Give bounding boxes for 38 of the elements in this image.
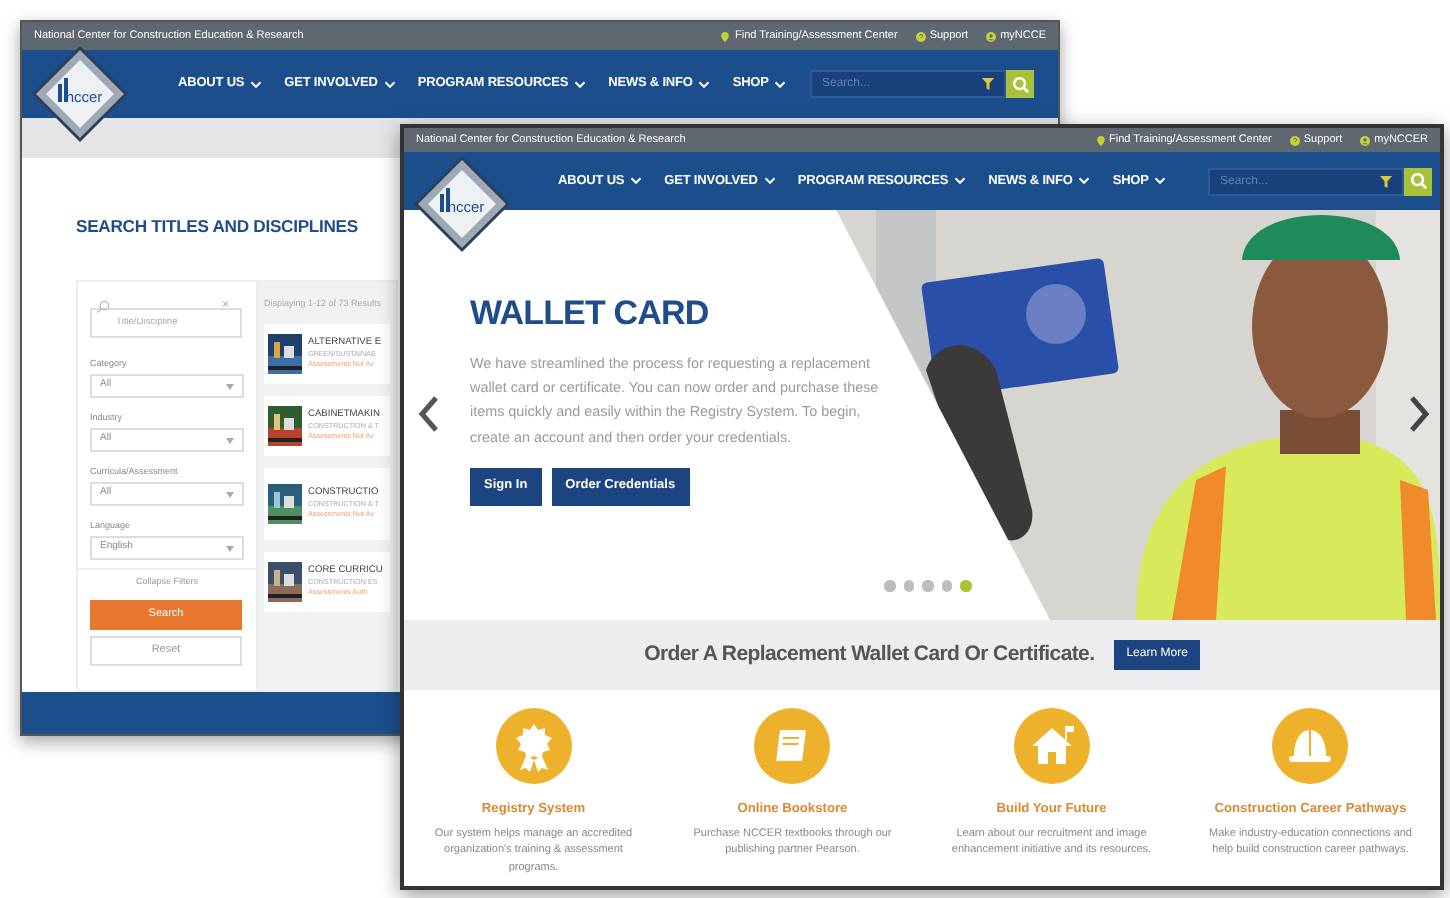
filter-icon[interactable] xyxy=(982,78,994,90)
help-icon xyxy=(1289,135,1300,145)
promo-text: Order A Replacement Wallet Card Or Certificate. xyxy=(644,639,1095,670)
search-icon xyxy=(96,300,110,314)
caret-icon xyxy=(226,437,234,443)
carousel-dot[interactable] xyxy=(941,580,952,591)
page-title: SEARCH TITLES AND DISCIPLINES xyxy=(76,214,358,240)
chevron-icon xyxy=(250,79,263,89)
chevron-icon xyxy=(574,79,587,89)
carousel-dot[interactable] xyxy=(960,580,971,591)
carousel-dot[interactable] xyxy=(903,580,914,591)
chevron-icon xyxy=(383,79,396,89)
award-icon[interactable] xyxy=(495,708,572,784)
chevron-icon xyxy=(698,79,711,89)
chevron-icon xyxy=(774,79,787,89)
carousel-dot[interactable] xyxy=(884,580,895,591)
user-icon xyxy=(986,31,997,41)
chevron-icon xyxy=(630,176,643,186)
search-button[interactable] xyxy=(1404,167,1432,195)
chevron-icon xyxy=(954,176,967,186)
filter-icon[interactable] xyxy=(1380,175,1392,187)
search-icon xyxy=(1011,75,1029,93)
book-icon[interactable] xyxy=(754,708,831,784)
carousel-dot[interactable] xyxy=(922,580,933,591)
hero-title: WALLET CARD xyxy=(470,294,711,334)
chevron-icon xyxy=(1078,176,1091,186)
user-icon xyxy=(1360,135,1371,145)
location-pin-icon xyxy=(720,31,731,41)
help-icon xyxy=(915,31,926,41)
caret-icon xyxy=(226,545,234,551)
hard-hat-icon[interactable] xyxy=(1272,708,1349,784)
caret-icon xyxy=(226,383,234,389)
chevron-icon xyxy=(1154,176,1167,186)
house-icon[interactable] xyxy=(1013,708,1090,784)
caret-icon xyxy=(226,491,234,497)
chevron-icon xyxy=(763,176,776,186)
search-icon xyxy=(1409,172,1427,190)
location-pin-icon xyxy=(1095,135,1106,145)
